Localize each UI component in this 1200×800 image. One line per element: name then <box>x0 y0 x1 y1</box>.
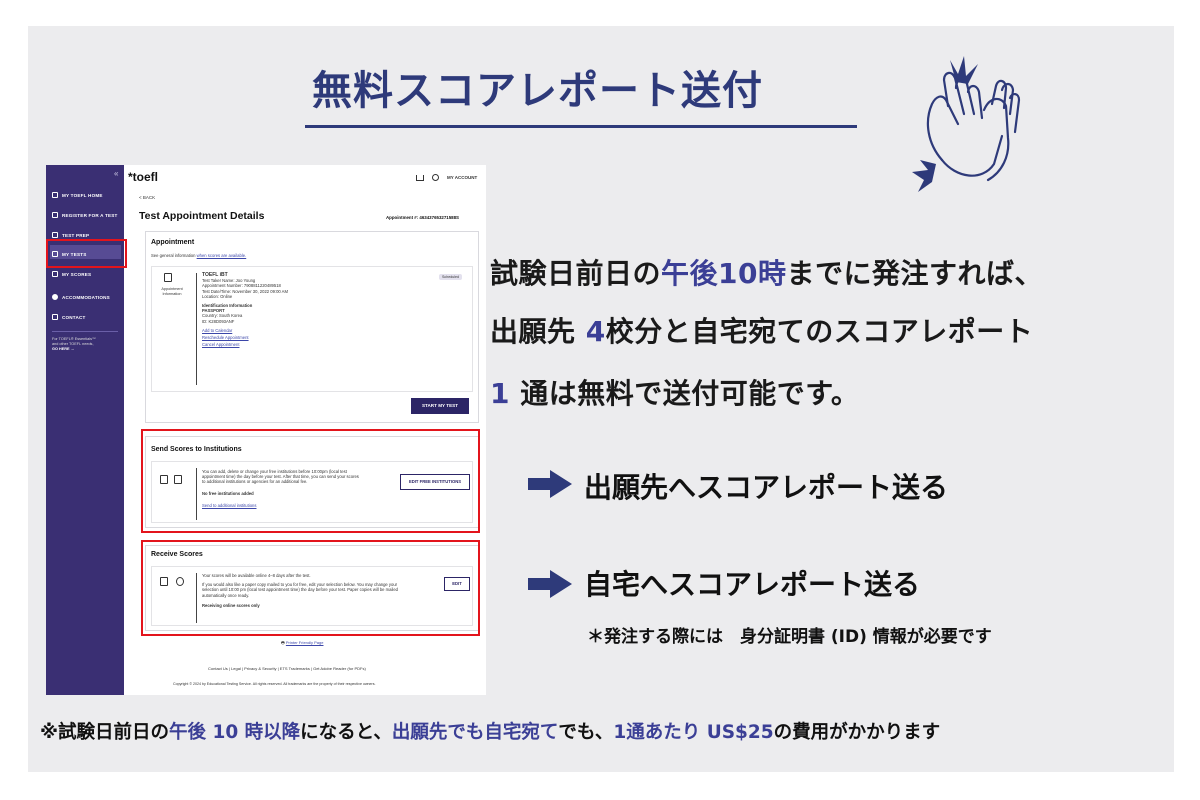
id-note: ＊発注する際には 身分証明書 (ID) 情報が必要です <box>587 627 992 647</box>
text-accent: 午後10時 <box>661 257 787 290</box>
text-part: までに発注すれば、 <box>786 257 1043 290</box>
calendar-check-icon <box>164 273 172 282</box>
detail-line: Appointment Number: 7908811220489518 <box>202 283 281 289</box>
text-accent: 1通あたり US$25 <box>613 722 774 743</box>
text-part: 試験日前日の <box>490 257 662 290</box>
toefl-logo[interactable]: *toefl <box>128 170 158 184</box>
text-accent: 4 <box>585 315 606 348</box>
cart-icon[interactable] <box>416 174 424 181</box>
main-title: 無料スコアレポート送付 <box>312 68 763 114</box>
clapping-hands-icon <box>912 56 1021 192</box>
status-badge: Scheduled <box>439 274 462 280</box>
appointment-title: Appointment <box>151 239 195 246</box>
phone-icon <box>52 314 58 320</box>
chart-icon <box>52 271 58 277</box>
divider-line <box>196 273 197 385</box>
text-part: でも、 <box>558 722 614 743</box>
appointment-info-label: Appointment Information <box>154 287 190 296</box>
text-part: ※試験日前日の <box>40 722 169 743</box>
text-part: 出願先 <box>490 315 586 348</box>
sidebar-label: TEST PREP <box>62 232 90 238</box>
collapse-sidebar-icon[interactable]: « <box>114 169 118 178</box>
sidebar-label: MY SCORES <box>62 271 92 277</box>
general-info-prefix: See general information <box>151 253 197 258</box>
highlight-send-scores <box>141 429 480 533</box>
detail-line: Location: Online <box>202 293 233 299</box>
start-test-button[interactable]: START MY TEST <box>411 398 469 414</box>
general-info-text: See general information when scores are … <box>151 253 246 258</box>
info-line-2: 出願先 4校分と自宅宛てのスコアレポート <box>490 310 1033 350</box>
header-actions: MY ACCOUNT <box>416 174 477 181</box>
toefl-screenshot: « MY TOEFL HOME REGISTER FOR A TEST TEST… <box>46 165 486 695</box>
title-underline <box>305 125 857 128</box>
sidebar-item-test-prep[interactable]: TEST PREP <box>52 232 89 238</box>
arrow-right-icon <box>528 570 572 598</box>
my-account-link[interactable]: MY ACCOUNT <box>447 175 477 180</box>
info-line-1: 試験日前日の午後10時までに発注すれば、 <box>490 252 1043 292</box>
calendar-icon <box>52 212 58 218</box>
page-title: Test Appointment Details <box>139 210 265 222</box>
account-icon[interactable] <box>432 174 439 181</box>
sidebar-divider <box>52 331 118 332</box>
printer-link-text[interactable]: Printer Friendly Page <box>286 640 324 645</box>
text-part: 校分と自宅宛てのスコアレポート <box>605 315 1034 348</box>
bottom-note: ※試験日前日の午後 10 時以降になると、出願先でも自宅宛てでも、1通あたり U… <box>40 718 940 744</box>
arrow-right-icon <box>528 470 572 498</box>
home-icon <box>52 192 58 198</box>
sidebar-label: ACCOMMODATIONS <box>62 294 110 300</box>
highlight-my-tests <box>46 239 127 268</box>
copyright: Copyright © 2024 by Educational Testing … <box>173 682 376 686</box>
add-to-calendar-link[interactable]: Add to Calendar <box>202 328 288 333</box>
sidebar-item-my-scores[interactable]: MY SCORES <box>52 271 91 277</box>
id-line: ID: K28D093ANF <box>202 318 235 324</box>
appointment-panel: Appointment See general information when… <box>145 231 479 423</box>
sidebar-item-contact[interactable]: CONTACT <box>52 314 86 320</box>
arrow-label-institutions: 出願先へスコアレポート送る <box>584 471 949 504</box>
text-accent: 1 <box>490 377 510 410</box>
sidebar-item-my-toefl-home[interactable]: MY TOEFL HOME <box>52 192 103 198</box>
accessibility-icon <box>52 294 58 300</box>
footer-links[interactable]: Contact Us | Legal | Privacy & Security … <box>208 666 366 671</box>
info-line-3: 1 通は無料で送付可能です。 <box>490 372 859 412</box>
printer-friendly-link[interactable]: 🖶 Printer Friendly Page <box>281 640 323 647</box>
text-accent: 出願先でも自宅宛て <box>391 722 559 743</box>
sidebar-label: MY TOEFL HOME <box>62 192 103 198</box>
arrow-label-home: 自宅へスコアレポート送る <box>584 568 921 601</box>
highlight-receive-scores <box>141 540 480 636</box>
general-info-link[interactable]: when scores are available. <box>197 253 247 258</box>
book-icon <box>52 232 58 238</box>
text-part: 通は無料で送付可能です。 <box>509 377 860 410</box>
text-part: になると、 <box>300 722 392 743</box>
reschedule-link[interactable]: Reschedule Appointment <box>202 335 288 340</box>
appointment-number: Appointment #: 463437653271588S <box>386 215 459 220</box>
appointment-details: TOEFL iBT Test Taker Name: Joo Young App… <box>202 272 288 347</box>
appointment-card: Appointment Information Scheduled TOEFL … <box>151 266 473 392</box>
sidebar-label: CONTACT <box>62 314 86 320</box>
sidebar-promo[interactable]: For TOEFL® Essentials™ and other TOEFL n… <box>52 337 116 352</box>
sidebar-label: REGISTER FOR A TEST <box>62 212 118 218</box>
text-part: の費用がかかります <box>773 722 941 743</box>
back-link[interactable]: < BACK <box>139 195 155 200</box>
label-line: Information <box>162 291 182 296</box>
text-accent: 午後 10 時以降 <box>169 722 301 743</box>
cancel-link[interactable]: Cancel Appointment <box>202 342 288 347</box>
promo-link[interactable]: GO HERE → <box>52 347 116 352</box>
sidebar-item-accommodations[interactable]: ACCOMMODATIONS <box>52 294 110 300</box>
sidebar-item-register[interactable]: REGISTER FOR A TEST <box>52 212 118 218</box>
